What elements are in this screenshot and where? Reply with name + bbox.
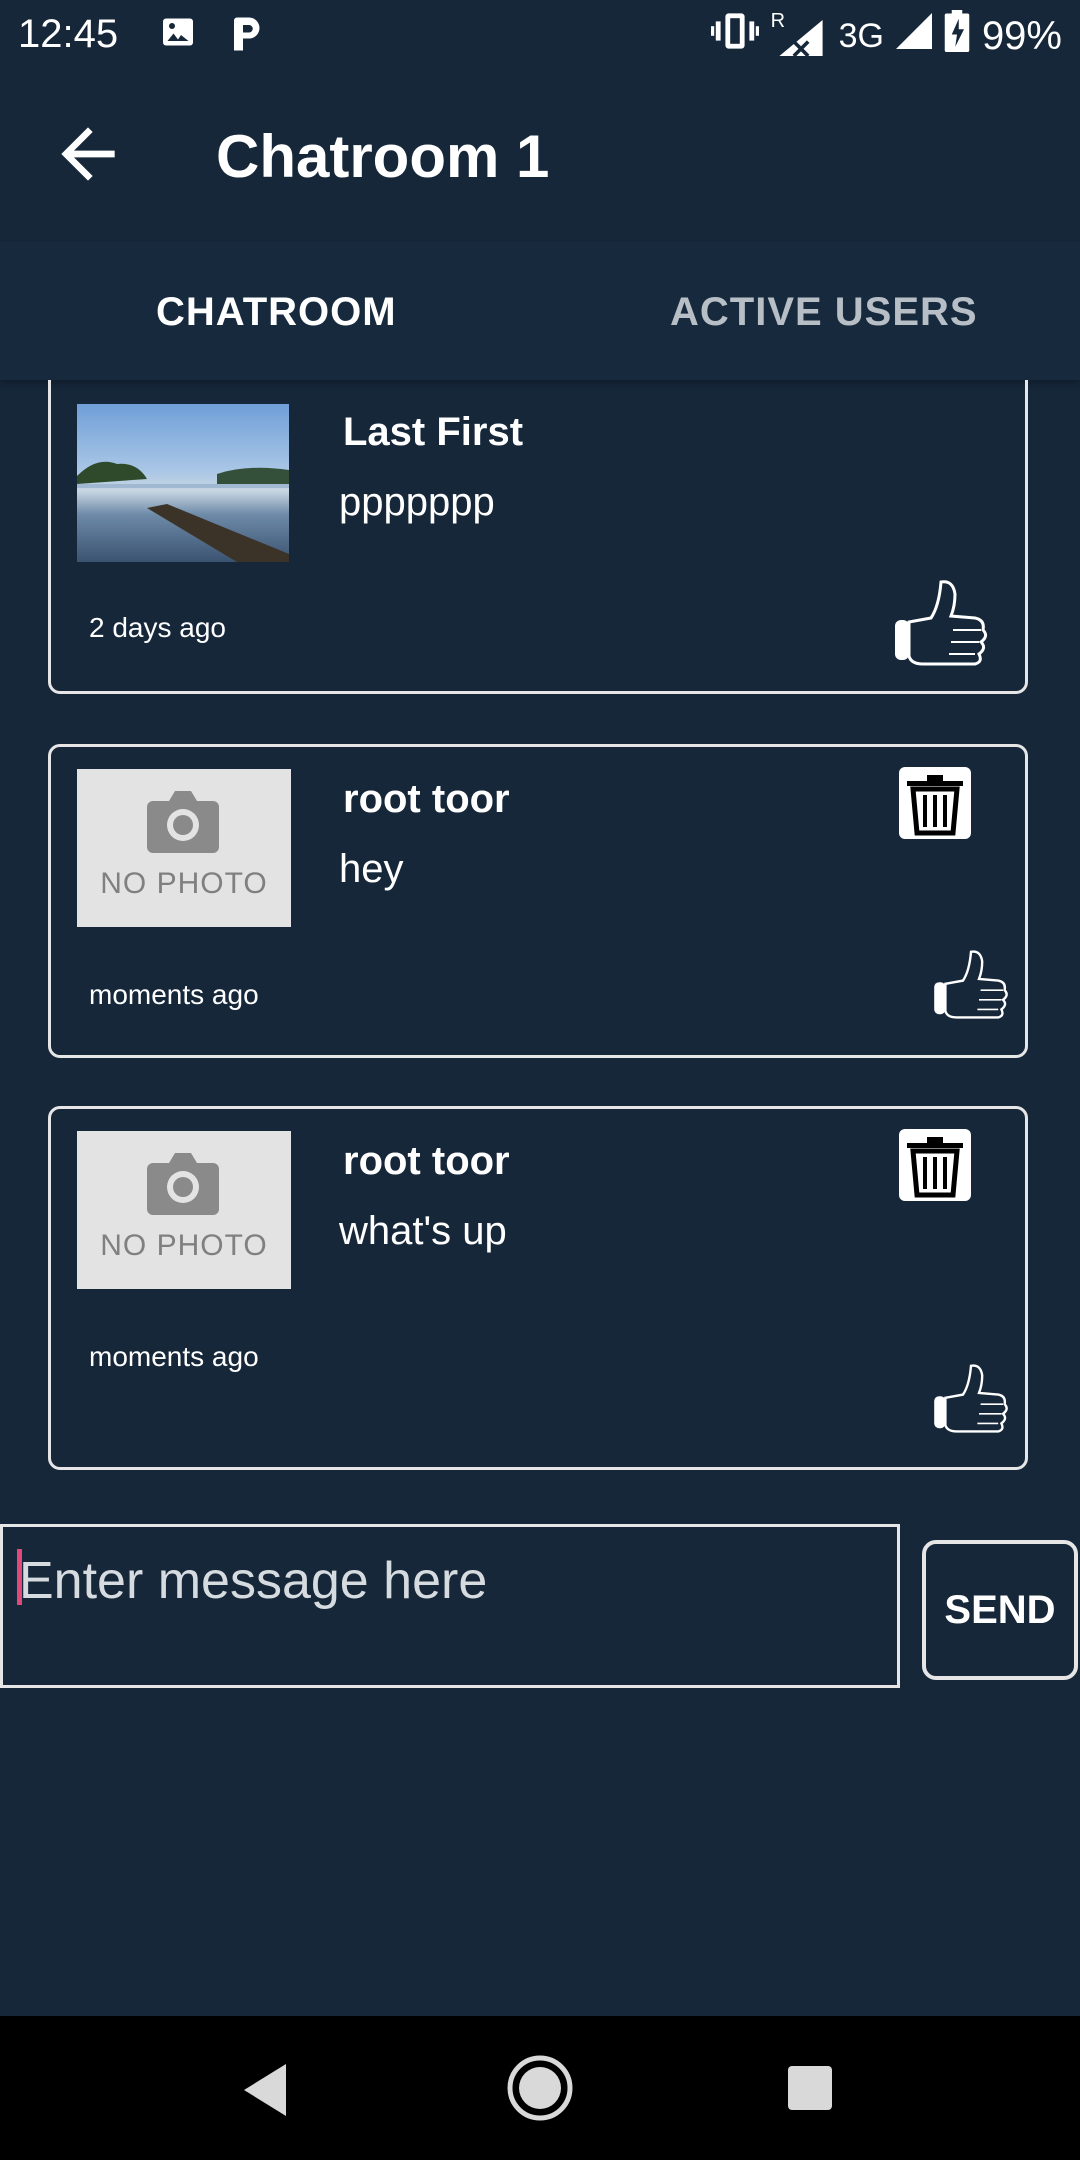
trash-icon — [899, 767, 971, 839]
message-input[interactable]: Enter message here — [0, 1524, 900, 1688]
nav-back-button[interactable] — [240, 2062, 290, 2123]
camera-icon — [147, 1153, 219, 1215]
sender-name: root toor — [343, 1139, 510, 1183]
nav-recents-button[interactable] — [786, 2064, 834, 2117]
like-button[interactable] — [931, 1361, 1011, 1441]
delete-button[interactable] — [899, 1129, 971, 1201]
like-button[interactable] — [891, 576, 991, 676]
status-bar: 12:45 R 3G 99% — [0, 0, 1080, 72]
arrow-back-icon — [61, 127, 115, 181]
circle-home-icon — [507, 2055, 573, 2121]
message-card: NO PHOTO root toor hey moments ago — [48, 744, 1028, 1058]
no-photo-label: NO PHOTO — [100, 867, 268, 900]
status-time: 12:45 — [18, 12, 119, 56]
network-type: 3G — [838, 16, 884, 55]
back-button[interactable] — [48, 114, 128, 194]
message-text: what's up — [339, 1209, 507, 1253]
system-nav-bar — [0, 2016, 1080, 2160]
image-icon — [160, 14, 196, 55]
battery-percent: 99% — [981, 13, 1062, 58]
no-photo-label: NO PHOTO — [100, 1229, 268, 1262]
signal-icon — [895, 13, 932, 59]
tab-active-users[interactable]: ACTIVE USERS — [670, 290, 978, 335]
sender-name: root toor — [343, 777, 510, 821]
triangle-back-icon — [244, 2064, 286, 2116]
thumbs-up-icon — [895, 580, 988, 666]
avatar — [77, 404, 289, 562]
message-text: hey — [339, 847, 404, 891]
battery-charging-icon — [944, 10, 970, 62]
tab-bar: CHATROOM ACTIVE USERS — [0, 242, 1080, 380]
square-recents-icon — [788, 2066, 832, 2110]
message-card: Last First ppppppp 2 days ago — [48, 380, 1028, 694]
like-button[interactable] — [931, 947, 1011, 1027]
thumbs-up-icon — [934, 950, 1008, 1019]
message-time: moments ago — [89, 979, 259, 1010]
message-time: moments ago — [89, 1341, 259, 1372]
message-input-placeholder: Enter message here — [19, 1552, 488, 1610]
message-text: ppppppp — [339, 480, 495, 524]
vibrate-icon — [710, 11, 759, 61]
nav-home-button[interactable] — [506, 2054, 574, 2127]
trash-icon — [899, 1129, 971, 1201]
app-bar: Chatroom 1 — [0, 72, 1080, 242]
delete-button[interactable] — [899, 767, 971, 839]
camera-icon — [147, 791, 219, 853]
tab-chatroom[interactable]: CHATROOM — [156, 290, 397, 335]
page-title: Chatroom 1 — [216, 123, 550, 190]
parking-app-icon — [228, 14, 264, 59]
avatar: NO PHOTO — [77, 1131, 291, 1289]
sender-name: Last First — [343, 410, 524, 454]
message-time: 2 days ago — [89, 612, 226, 643]
thumbs-up-icon — [934, 1364, 1008, 1433]
message-card: NO PHOTO root toor what's up moments ago — [48, 1106, 1028, 1470]
signal-roaming-icon: R — [771, 10, 827, 58]
send-button[interactable]: SEND — [922, 1540, 1078, 1680]
avatar: NO PHOTO — [77, 769, 291, 927]
